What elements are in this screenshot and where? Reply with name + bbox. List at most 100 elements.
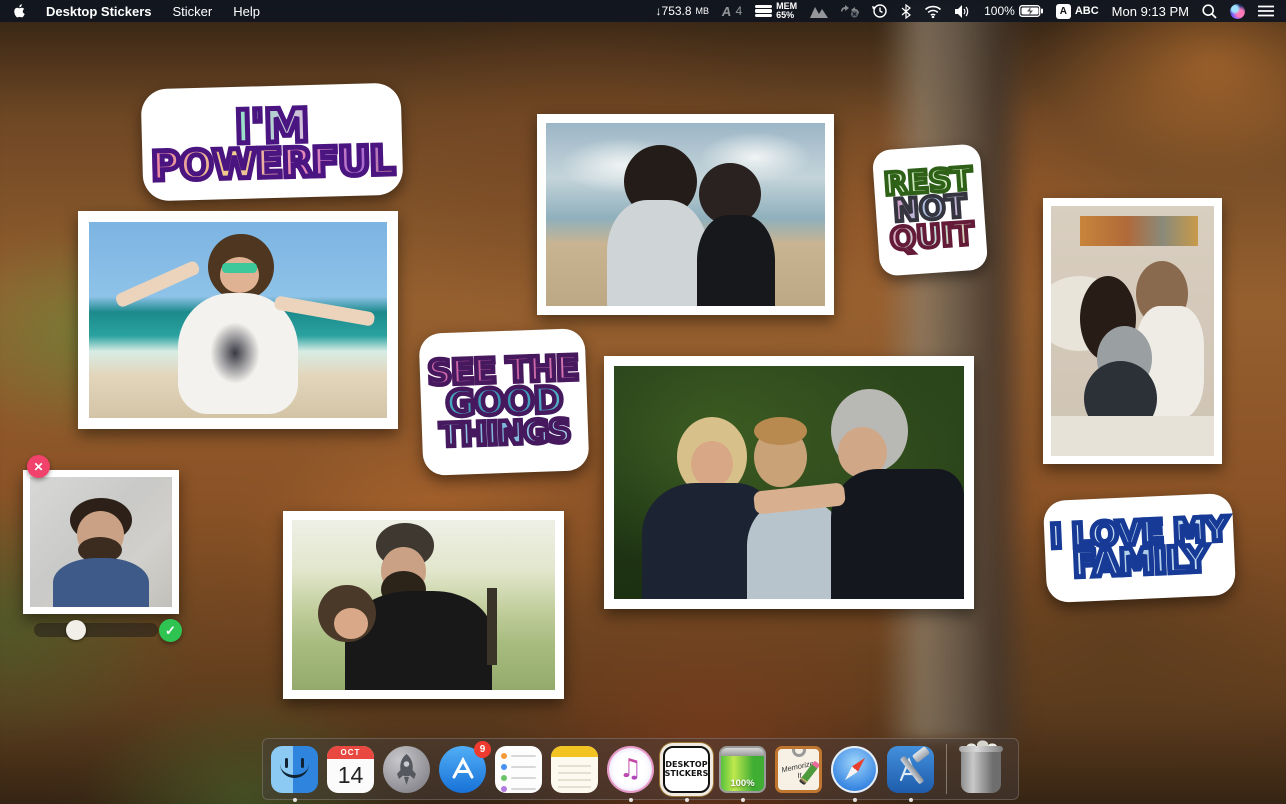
calendar-day: 14 [327,759,374,793]
photo-image [89,222,387,418]
notification-center-icon [1258,5,1274,17]
photo-sticker-father-daughter-field[interactable] [283,511,564,699]
photo-sticker-mother-kids-bed[interactable] [1043,198,1222,464]
desktop-stickers-label-2: STICKERS [665,769,709,778]
dock: OCT 14 9 [262,738,1019,800]
photo-sticker-family-trio[interactable] [604,356,974,609]
running-indicator [853,798,857,802]
finder-icon [271,746,318,793]
memorize-it-icon: Memorize It [775,746,822,793]
volume-menu-item[interactable] [955,5,971,18]
dock-item-calendar[interactable]: OCT 14 [327,746,374,793]
spotlight-menu-item[interactable] [1202,4,1217,19]
xcode-icon [887,746,934,793]
photo-image [292,520,555,690]
battery-percent: 100% [984,4,1015,18]
wifi-icon [924,5,942,18]
bluetooth-menu-item[interactable] [901,4,911,19]
running-indicator [741,798,745,802]
app-store-badge: 9 [474,741,491,758]
clock-menu-item[interactable]: Mon 9:13 PM [1112,4,1189,19]
photo-sticker-friends-beach[interactable] [537,114,834,315]
battery-menu-item[interactable]: 100% [984,4,1043,18]
battery-charging-icon [1019,5,1043,17]
battery-app-percent: 100% [721,778,764,789]
menu-help[interactable]: Help [233,4,260,19]
mountain-icon [810,5,828,18]
download-rate-unit: MB [696,6,710,16]
photo-image [30,477,172,607]
mem-value: 65% [776,10,794,20]
volume-icon [955,5,971,18]
reminders-icon [495,746,542,793]
running-indicator [293,798,297,802]
dock-item-launchpad[interactable] [383,746,430,793]
text-sticker-rest-not-quit[interactable]: REST NOT QUIT [872,143,989,276]
download-rate[interactable]: ↓753.8 MB [656,4,710,18]
text-sticker-see-the-good-things[interactable]: SEE THE GOOD THINGS [419,328,590,476]
sticker-close-button[interactable]: ✕ [27,455,50,478]
app-status-icon: A [721,4,732,19]
notification-center-menu-item[interactable] [1258,5,1274,17]
sync-menu-item[interactable] [841,4,859,18]
memory-status-item[interactable]: MEM65% [755,2,797,20]
dock-item-desktop-stickers[interactable]: DESKTOP STICKERS [663,746,710,793]
itunes-icon: ♫ [607,746,654,793]
app-status-item[interactable]: A 4 [722,4,742,19]
compass-needle-icon [841,755,867,783]
dock-item-safari[interactable] [831,746,878,793]
sticker-text-line: QUIT [877,220,987,255]
ram-icon [755,5,772,18]
siri-menu-item[interactable] [1230,4,1245,19]
mountain-menu-item[interactable] [810,5,828,18]
running-indicator [909,798,913,802]
launchpad-icon [383,746,430,793]
dock-item-memorize-it[interactable]: Memorize It [775,746,822,793]
input-layout-label: ABC [1075,5,1099,17]
download-rate-value: ↓753.8 [656,4,692,18]
dock-item-xcode[interactable] [887,746,934,793]
photo-image [1051,206,1214,456]
input-source-key-icon: A [1056,4,1071,19]
apple-logo-icon [12,3,25,19]
dock-item-app-store[interactable]: 9 [439,746,486,793]
sticker-scale-slider[interactable] [34,623,158,637]
running-indicator [685,798,689,802]
text-sticker-i-love-my-family[interactable]: I LOVE MY FAMILY [1043,493,1236,603]
rocket-icon [383,746,430,793]
photo-image [614,366,964,599]
clipboard-clip-icon [792,746,806,757]
desktop-stickers-label-1: DESKTOP [665,760,707,769]
active-app-name[interactable]: Desktop Stickers [46,4,152,19]
text-sticker-im-powerful[interactable]: I'M POWERFUL [141,83,404,202]
time-machine-menu-item[interactable] [872,3,888,19]
safari-icon [831,746,878,793]
notes-icon [551,746,598,793]
photo-sticker-girl-beach[interactable] [78,211,398,429]
sticker-text-line: THINGS [422,416,589,450]
menu-bar: Desktop Stickers Sticker Help ↓753.8 MB A… [0,0,1286,22]
dock-item-finder[interactable] [271,746,318,793]
dock-item-battery-app[interactable]: 100% [719,746,766,793]
music-note-icon: ♫ [607,746,654,793]
dock-item-itunes[interactable]: ♫ [607,746,654,793]
menu-sticker[interactable]: Sticker [173,4,213,19]
calendar-icon: OCT 14 [327,746,374,793]
calendar-month: OCT [327,746,374,759]
sticker-text-line: FAMILY [1045,543,1235,583]
dock-item-trash[interactable] [959,746,1003,793]
sync-off-icon [841,4,859,18]
dock-separator [946,744,947,794]
photo-sticker-man-portrait-selected[interactable]: ✕ ✓ [23,470,179,614]
bluetooth-icon [901,4,911,19]
dock-item-reminders[interactable] [495,746,542,793]
running-indicator [629,798,633,802]
time-machine-icon [872,3,888,19]
input-source-menu-item[interactable]: A ABC [1056,4,1099,19]
spotlight-search-icon [1202,4,1217,19]
dock-item-notes[interactable] [551,746,598,793]
siri-icon [1230,4,1245,19]
apple-menu[interactable] [12,3,25,19]
wifi-menu-item[interactable] [924,5,942,18]
sticker-confirm-button[interactable]: ✓ [159,619,182,642]
